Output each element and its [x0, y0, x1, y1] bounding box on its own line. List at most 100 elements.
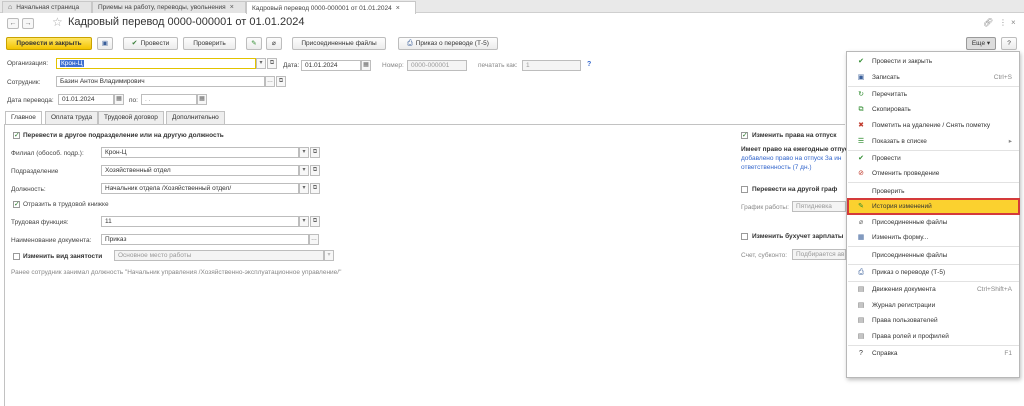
- org-open[interactable]: ⧉: [267, 58, 277, 69]
- menu-item[interactable]: Присоединенные файлы: [848, 248, 1019, 263]
- calendar-icon[interactable]: ▦: [114, 94, 124, 105]
- menu-item[interactable]: ▤ Права ролей и профилей: [848, 329, 1019, 344]
- tab-salary[interactable]: Оплата труда: [45, 111, 99, 124]
- dept-input[interactable]: Хозяйственный отдел: [101, 165, 299, 176]
- close-icon[interactable]: ×: [230, 4, 234, 11]
- leave-link-cont[interactable]: ответственность (7 дн.): [741, 164, 812, 171]
- dept-dropdown[interactable]: ▾: [299, 165, 309, 176]
- leave-checkbox[interactable]: ✓: [741, 132, 748, 139]
- schedule-checkbox[interactable]: [741, 186, 748, 193]
- attach-button[interactable]: ⌀: [266, 37, 282, 50]
- more-button[interactable]: Еще ▾: [966, 37, 996, 50]
- date-input[interactable]: 01.01.2024: [301, 60, 361, 71]
- accounting-checkbox[interactable]: [741, 233, 748, 240]
- menu-item-label: Отменить проведение: [872, 170, 940, 178]
- account-label: Счет, субконто:: [741, 252, 788, 259]
- more-vert-icon[interactable]: ⋮: [999, 18, 1007, 27]
- tab-contract[interactable]: Трудовой договор: [98, 111, 164, 124]
- record-check-label: Отразить в трудовой книжке: [23, 201, 109, 208]
- menu-item[interactable]: ⎙ Приказ о переводе (Т-5): [848, 265, 1019, 280]
- function-dropdown[interactable]: ▾: [299, 216, 309, 227]
- menu-item[interactable]: ▤ Журнал регистрации: [848, 298, 1019, 313]
- menu-item[interactable]: ▤ Движения документа Ctrl+Shift+A: [848, 282, 1019, 297]
- tab-main[interactable]: Главное: [5, 111, 42, 125]
- menu-item[interactable]: ⧉ Скопировать: [848, 102, 1019, 117]
- branch-open[interactable]: ⧉: [310, 147, 320, 158]
- employee-open[interactable]: ⧉: [276, 76, 286, 87]
- calendar-icon[interactable]: ▦: [361, 60, 371, 71]
- function-input[interactable]: 11: [101, 216, 299, 227]
- tab-home[interactable]: ⌂ Начальная страница: [2, 1, 92, 13]
- menu-item[interactable]: ✖ Пометить на удаление / Снять пометку: [848, 118, 1019, 133]
- menu-item-label: Присоединенные файлы: [872, 251, 948, 259]
- position-input[interactable]: Начальник отдела /Хозяйственный отдел/: [101, 183, 299, 194]
- close-icon[interactable]: ×: [1011, 18, 1016, 27]
- transfer-date-input[interactable]: 01.01.2024: [58, 94, 114, 105]
- transfer-checkbox[interactable]: ✓: [13, 132, 20, 139]
- menu-item[interactable]: ▦ Изменить форму...: [848, 230, 1019, 245]
- docname-input[interactable]: Приказ: [101, 234, 309, 245]
- position-open[interactable]: ⧉: [310, 183, 320, 194]
- menu-item[interactable]: Проверить: [848, 184, 1019, 199]
- attached-files-button[interactable]: Присоединенные файлы: [292, 37, 386, 50]
- org-input[interactable]: Крон-Ц: [56, 58, 256, 69]
- post-icon: ✔: [131, 40, 138, 47]
- forward-button[interactable]: →: [22, 18, 34, 29]
- save-button[interactable]: ▣: [97, 37, 113, 50]
- menu-item[interactable]: ▤ Права пользователей: [848, 313, 1019, 328]
- history-icon: ✎: [858, 203, 864, 211]
- schedule-input[interactable]: Пятидневка: [792, 201, 846, 212]
- org-dropdown[interactable]: ▾: [256, 58, 266, 69]
- print-order-button[interactable]: ⎙ Приказ о переводе (Т-5): [398, 37, 498, 50]
- docname-select[interactable]: …: [309, 234, 319, 245]
- check-button[interactable]: Проверить: [183, 37, 236, 50]
- to-date-input[interactable]: . .: [141, 94, 197, 105]
- back-button[interactable]: ←: [7, 18, 19, 29]
- leave-check-label: Изменить права на отпуск: [752, 132, 837, 139]
- menu-item[interactable]: ☰ Показать в списке ▸: [848, 134, 1019, 149]
- position-dropdown[interactable]: ▾: [299, 183, 309, 194]
- dept-open[interactable]: ⧉: [310, 165, 320, 176]
- menu-item-label: Справка: [872, 350, 898, 357]
- number-input[interactable]: 0000-000001: [407, 60, 467, 71]
- menu-item[interactable]: ✔ Провести: [848, 151, 1019, 166]
- record-checkbox[interactable]: ✓: [13, 201, 20, 208]
- menu-item[interactable]: ? Справка F1: [848, 346, 1019, 361]
- print-as-input[interactable]: 1: [522, 60, 581, 71]
- org-label: Организация:: [7, 60, 49, 67]
- post-and-close-button[interactable]: Провести и закрыть: [6, 37, 92, 50]
- link-icon[interactable]: 🔗︎: [983, 18, 993, 27]
- employee-select[interactable]: …: [265, 76, 275, 87]
- menu-item-shortcut: ▸: [1008, 137, 1012, 145]
- leave-link[interactable]: добавлено право на отпуск За ин: [741, 155, 842, 162]
- check-doc-icon: ✔: [858, 58, 864, 65]
- menu-item[interactable]: ⊘ Отменить проведение: [848, 166, 1019, 181]
- page-title: Кадровый перевод 0000-000001 от 01.01.20…: [68, 16, 305, 28]
- tab-transfer-doc[interactable]: Кадровый перевод 0000-000001 от 01.01.20…: [246, 1, 416, 14]
- emptype-input[interactable]: Основное место работы: [114, 250, 324, 261]
- branch-input[interactable]: Крон-Ц: [101, 147, 299, 158]
- menu-item-label: Права ролей и профилей: [872, 332, 949, 340]
- help-button[interactable]: ?: [1001, 37, 1017, 50]
- account-input[interactable]: Подбирается ав: [792, 249, 846, 260]
- menu-item[interactable]: ✔ Провести и закрыть: [848, 54, 1019, 69]
- previous-position-note: Ранее сотрудник занимал должность "Начал…: [11, 269, 342, 276]
- favorite-star-icon[interactable]: ☆: [52, 15, 63, 29]
- menu-item[interactable]: ▣ Записать Ctrl+S: [848, 70, 1019, 85]
- tab-hiring-list[interactable]: Приемы на работу, переводы, увольнения ×: [92, 1, 246, 13]
- employee-input[interactable]: Базин Антон Владимирович: [56, 76, 265, 87]
- post-button[interactable]: ✔ Провести: [123, 37, 178, 50]
- branch-dropdown[interactable]: ▾: [299, 147, 309, 158]
- org-value: Крон-Ц: [60, 60, 84, 67]
- tab-additional[interactable]: Дополнительно: [166, 111, 225, 124]
- emptype-dropdown[interactable]: ▾: [324, 250, 334, 261]
- close-icon[interactable]: ×: [396, 5, 400, 12]
- history-button[interactable]: ✎: [246, 37, 262, 50]
- menu-item[interactable]: ⌀ Присоединенные файлы: [848, 215, 1019, 230]
- calendar-icon[interactable]: ▦: [197, 94, 207, 105]
- help-icon[interactable]: ?: [587, 61, 591, 68]
- menu-item[interactable]: ✎ История изменений: [847, 198, 1020, 216]
- menu-item[interactable]: ↻ Перечитать: [848, 87, 1019, 102]
- function-open[interactable]: ⧉: [310, 216, 320, 227]
- emptype-checkbox[interactable]: [13, 253, 20, 260]
